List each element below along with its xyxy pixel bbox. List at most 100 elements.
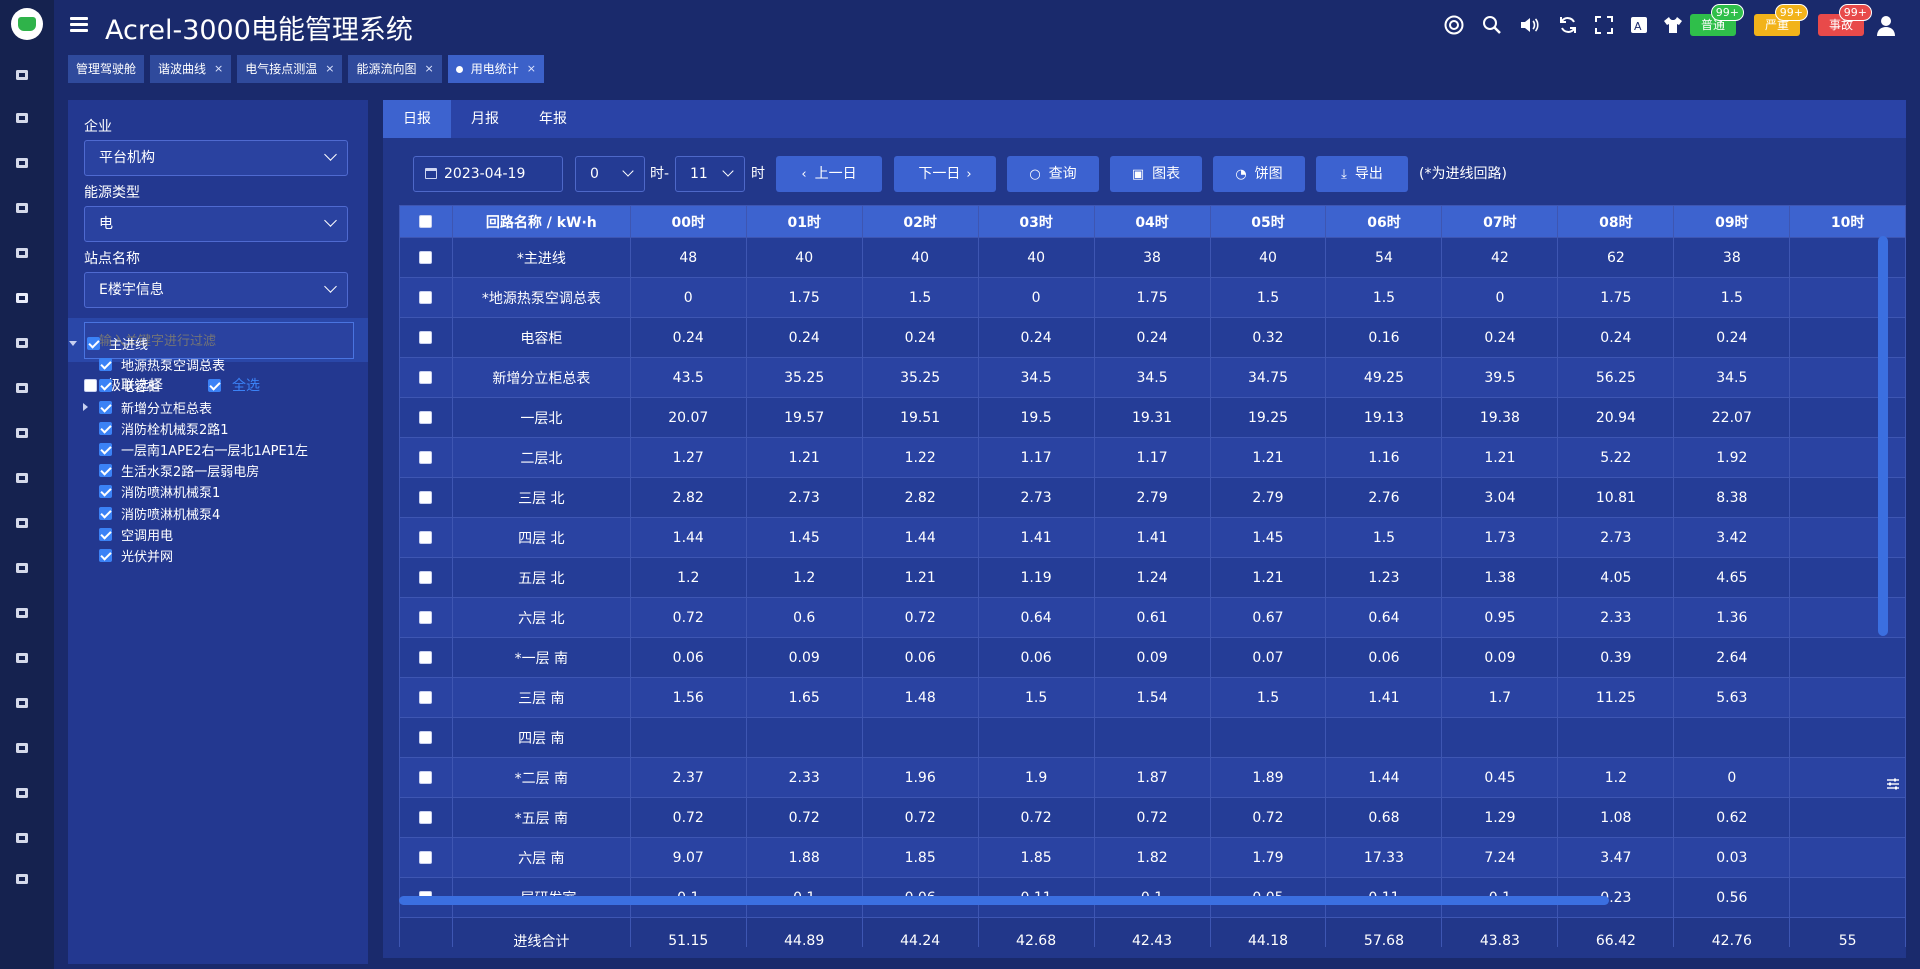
- cabinet-icon[interactable]: [14, 786, 30, 800]
- area-chart-icon[interactable]: [14, 336, 30, 350]
- horizontal-scrollbar[interactable]: [399, 896, 1609, 905]
- caret-right-icon[interactable]: [80, 403, 90, 412]
- row-checkbox-cell[interactable]: [399, 317, 453, 358]
- tab-4[interactable]: 用电统计 ×: [447, 55, 544, 83]
- tree-node[interactable]: 生活水泵2路一层弱电房: [80, 461, 259, 480]
- more-icon[interactable]: [14, 872, 30, 886]
- alarm-badge-1[interactable]: 严重 99+: [1754, 4, 1808, 36]
- row-checkbox-cell[interactable]: [399, 437, 453, 478]
- row-checkbox[interactable]: [419, 851, 433, 864]
- column-header-hour[interactable]: 09时: [1673, 205, 1791, 238]
- tree-node[interactable]: 一层南1APE2右一层北1APE1左: [80, 440, 308, 459]
- row-checkbox-cell[interactable]: [399, 757, 453, 798]
- row-checkbox-cell[interactable]: [399, 597, 453, 638]
- column-header-hour[interactable]: 00时: [629, 205, 747, 238]
- close-icon[interactable]: ×: [325, 55, 334, 83]
- tree-checkbox[interactable]: [99, 400, 112, 414]
- enterprise-select[interactable]: 平台机构: [84, 140, 348, 176]
- row-checkbox[interactable]: [419, 611, 433, 624]
- row-checkbox[interactable]: [419, 811, 433, 824]
- row-checkbox-cell[interactable]: [399, 837, 453, 878]
- row-checkbox[interactable]: [419, 371, 433, 384]
- tree-node[interactable]: 新增分立柜总表: [80, 398, 212, 417]
- row-checkbox[interactable]: [419, 571, 433, 584]
- home-icon[interactable]: [14, 111, 30, 125]
- close-icon[interactable]: ×: [527, 55, 536, 83]
- row-checkbox-cell[interactable]: [399, 477, 453, 518]
- table-row[interactable]: 四层 南: [399, 717, 1906, 758]
- fullscreen-icon[interactable]: [1593, 14, 1615, 36]
- row-checkbox-cell[interactable]: [399, 637, 453, 678]
- menu-toggle-icon[interactable]: [70, 17, 88, 33]
- prev-day-button[interactable]: ‹ 上一日: [776, 156, 882, 192]
- refresh-icon[interactable]: [1557, 14, 1579, 36]
- query-button[interactable]: ○ 查询: [1007, 156, 1099, 192]
- row-checkbox-cell[interactable]: [399, 557, 453, 598]
- search-icon[interactable]: [1481, 14, 1503, 36]
- table-row[interactable]: *主进线 48 40 40 40 38 40 54 42 62 38: [399, 237, 1906, 278]
- row-checkbox[interactable]: [419, 291, 433, 304]
- tree-checkbox[interactable]: [99, 464, 112, 478]
- column-settings-icon[interactable]: [1886, 776, 1900, 790]
- row-checkbox-cell[interactable]: [399, 717, 453, 758]
- column-header-hour[interactable]: 05时: [1209, 205, 1327, 238]
- row-checkbox-cell[interactable]: [399, 797, 453, 838]
- tree-checkbox[interactable]: [99, 358, 112, 372]
- row-checkbox[interactable]: [419, 771, 433, 784]
- tab-0[interactable]: 管理驾驶舱: [68, 55, 145, 83]
- tree-checkbox[interactable]: [99, 527, 112, 541]
- row-checkbox[interactable]: [419, 411, 433, 424]
- tree-checkbox[interactable]: [99, 485, 112, 499]
- hour-from-select[interactable]: 0: [575, 156, 645, 192]
- pie-button[interactable]: ◔ 饼图: [1213, 156, 1305, 192]
- volume-icon[interactable]: [1518, 14, 1540, 36]
- theme-shirt-icon[interactable]: [1662, 14, 1684, 36]
- table-row[interactable]: *地源热泵空调总表 0 1.75 1.5 0 1.75 1.5 1.5 0 1.75 1.5: [399, 277, 1906, 318]
- table-row[interactable]: *五层 南 0.72 0.72 0.72 0.72 0.72 0.72 0.68 1.29 1.0…: [399, 797, 1906, 838]
- column-header-hour[interactable]: 07时: [1441, 205, 1559, 238]
- header-checkbox-cell[interactable]: [399, 205, 453, 238]
- alarm-badge-0[interactable]: 普通 99+: [1690, 4, 1744, 36]
- help-ring-icon[interactable]: [1443, 14, 1465, 36]
- user-avatar-icon[interactable]: [1874, 13, 1898, 37]
- row-checkbox[interactable]: [419, 691, 433, 704]
- translate-icon[interactable]: A: [1628, 14, 1650, 36]
- table-row[interactable]: 电容柜 0.24 0.24 0.24 0.24 0.24 0.32 0.16 0.24 0.24 0…: [399, 317, 1906, 358]
- column-header-hour[interactable]: 01时: [745, 205, 863, 238]
- server-icon[interactable]: [14, 651, 30, 665]
- tab-2[interactable]: 电气接点测温 ×: [237, 55, 343, 83]
- row-checkbox-cell[interactable]: [399, 277, 453, 318]
- lightning-icon[interactable]: [14, 156, 30, 170]
- column-header-hour[interactable]: 03时: [977, 205, 1095, 238]
- hour-to-select[interactable]: 11: [675, 156, 745, 192]
- chart-button[interactable]: ▣ 图表: [1110, 156, 1202, 192]
- excavator-icon[interactable]: [14, 426, 30, 440]
- alarm-light-icon[interactable]: [14, 246, 30, 260]
- tree-node[interactable]: 消防喷淋机械泵4: [80, 504, 220, 523]
- tree-node[interactable]: 电容柜: [80, 376, 160, 395]
- next-day-button[interactable]: 下一日 ›: [894, 156, 996, 192]
- report-tab-1[interactable]: 月报: [451, 100, 519, 138]
- report-tab-0[interactable]: 日报: [383, 100, 451, 138]
- select-all-checkbox[interactable]: [208, 378, 221, 392]
- table-row[interactable]: 六层 北 0.72 0.6 0.72 0.64 0.61 0.67 0.64 0.95 2.33 1…: [399, 597, 1906, 638]
- row-checkbox-cell[interactable]: [399, 397, 453, 438]
- energy-type-select[interactable]: 电: [84, 206, 348, 242]
- column-header-hour[interactable]: 08时: [1557, 205, 1675, 238]
- header-checkbox[interactable]: [419, 215, 433, 228]
- meter-icon[interactable]: [14, 561, 30, 575]
- extinguisher-icon[interactable]: [14, 696, 30, 710]
- tab-1[interactable]: 谐波曲线 ×: [150, 55, 232, 83]
- tree-node[interactable]: 地源热泵空调总表: [80, 355, 225, 374]
- caret-down-icon[interactable]: [68, 341, 78, 346]
- row-checkbox[interactable]: [419, 331, 433, 344]
- table-row[interactable]: 五层 北 1.2 1.2 1.21 1.19 1.24 1.21 1.23 1.38 4.05 4.…: [399, 557, 1906, 598]
- row-checkbox[interactable]: [419, 251, 433, 264]
- row-checkbox-cell[interactable]: [399, 357, 453, 398]
- date-picker[interactable]: 2023-04-19: [413, 156, 563, 192]
- column-header-hour[interactable]: 04时: [1093, 205, 1211, 238]
- row-checkbox[interactable]: [419, 731, 433, 744]
- table-row[interactable]: *一层 南 0.06 0.09 0.06 0.06 0.09 0.07 0.06 0.09 0.3…: [399, 637, 1906, 678]
- factory-icon[interactable]: [14, 201, 30, 215]
- table-row[interactable]: 六层 南 9.07 1.88 1.85 1.85 1.82 1.79 17.33 7.24 3.4…: [399, 837, 1906, 878]
